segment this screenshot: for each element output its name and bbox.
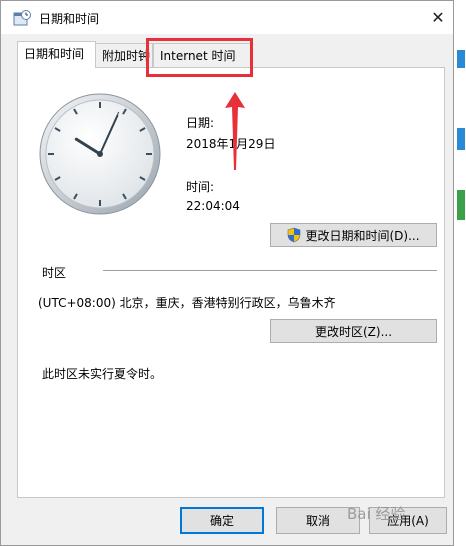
timezone-value: (UTC+08:00) 北京，重庆，香港特别行政区，乌鲁木齐 [38,296,336,310]
ok-label: 确定 [209,514,234,528]
red-arrow-annotation [225,92,245,170]
tab-date-and-time[interactable]: 日期和时间 [17,41,96,68]
window-title: 日期和时间 [39,12,100,26]
baidu-watermark: Bai 经验 [347,505,406,523]
close-icon: ✕ [431,8,445,27]
tab-additional-clocks[interactable]: 附加时钟 [95,43,153,67]
background-window-edge [457,50,465,220]
change-timezone-label: 更改时区(Z)... [314,324,393,339]
change-date-time-button[interactable]: 更改日期和时间(D)... [270,223,437,247]
date-label: 日期: [186,116,215,130]
close-button[interactable]: ✕ [423,1,453,34]
date-time-dialog: 日期和时间 ✕ 附加时钟 Internet 时间 日期和时间 日期: 2018年… [0,0,454,546]
ok-button[interactable]: 确定 [180,507,264,534]
dst-note: 此时区未实行夏令时。 [42,367,163,381]
change-date-time-label: 更改日期和时间(D)... [305,228,420,243]
cancel-label: 取消 [305,514,330,528]
uac-shield-icon [288,227,301,243]
timezone-section-label: 时区 [42,266,67,280]
datetime-app-icon [13,10,31,26]
analog-clock [39,93,161,215]
title-bar: 日期和时间 ✕ [1,1,453,34]
change-timezone-button[interactable]: 更改时区(Z)... [270,319,437,343]
timezone-divider [103,270,437,271]
time-value: 22:04:04 [186,199,240,213]
time-label: 时间: [186,180,215,194]
internet-time-highlight-box [146,38,253,77]
